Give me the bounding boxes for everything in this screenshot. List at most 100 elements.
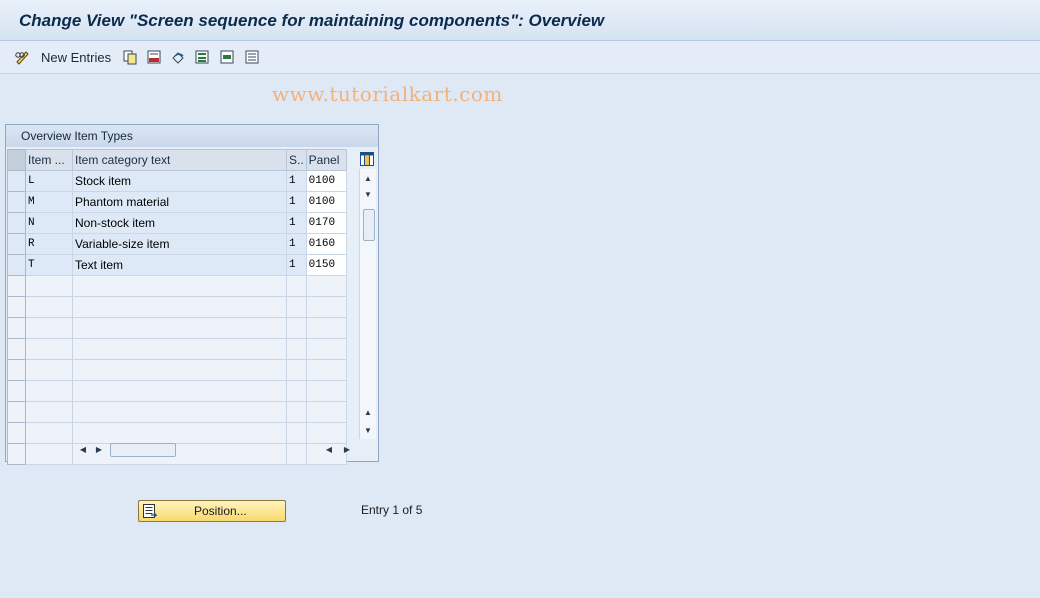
empty-cell (305, 317, 347, 339)
row-selector[interactable] (7, 338, 26, 360)
scroll-right-fixed-arrow-icon[interactable]: ▶ (340, 441, 354, 457)
page-up-arrow-icon[interactable]: ▲ (360, 405, 376, 419)
item-category-text-cell: Variable-size item (72, 233, 287, 255)
select-all-icon (195, 50, 209, 64)
position-button-label: Position... (194, 504, 247, 518)
horizontal-scroll-thumb[interactable] (110, 443, 176, 457)
row-selector[interactable] (7, 443, 26, 465)
row-selector[interactable] (7, 275, 26, 297)
empty-cell (286, 401, 307, 423)
undo-change-button[interactable] (170, 48, 186, 66)
pencil-glasses-icon (15, 51, 29, 65)
row-selector[interactable] (7, 191, 26, 213)
undo-icon (172, 52, 184, 64)
table-row: T Text item 1 0150 (7, 254, 347, 276)
panel-input-cell[interactable]: 0160 (305, 233, 347, 255)
sequence-cell: 1 (286, 170, 307, 192)
column-header-item-category-text[interactable]: Item category text (72, 149, 287, 171)
page-title: Change View "Screen sequence for maintai… (19, 11, 605, 30)
table-title-bar: Overview Item Types (6, 125, 378, 147)
empty-cell (72, 338, 287, 360)
sequence-cell: 1 (286, 233, 307, 255)
empty-cell (286, 317, 307, 339)
panel-input-cell[interactable]: 0150 (305, 254, 347, 276)
empty-table-row (7, 380, 347, 402)
watermark: www.tutorialkart.com (272, 82, 503, 106)
new-entries-button[interactable]: New Entries (14, 48, 111, 66)
table-settings-icon (360, 152, 374, 166)
delete-icon (147, 50, 161, 64)
empty-cell (305, 296, 347, 318)
panel-input-cell[interactable]: 0170 (305, 212, 347, 234)
table-row: M Phantom material 1 0100 (7, 191, 347, 213)
item-category-text-cell: Phantom material (72, 191, 287, 213)
scroll-down-arrow-icon[interactable]: ▼ (360, 187, 376, 201)
page-down-arrow-icon[interactable]: ▼ (360, 423, 376, 437)
empty-cell (25, 275, 73, 297)
empty-cell (286, 338, 307, 360)
row-selector[interactable] (7, 401, 26, 423)
empty-table-row (7, 401, 347, 423)
row-selector[interactable] (7, 380, 26, 402)
item-category-text-cell: Text item (72, 254, 287, 276)
row-selector[interactable] (7, 422, 26, 444)
row-selector[interactable] (7, 359, 26, 381)
select-all-rows-cell[interactable] (7, 149, 26, 171)
empty-cell (25, 443, 73, 465)
item-category-cell: R (25, 233, 73, 255)
row-selector[interactable] (7, 254, 26, 276)
delete-button[interactable] (146, 48, 162, 66)
sequence-cell: 1 (286, 212, 307, 234)
row-selector[interactable] (7, 317, 26, 339)
position-button[interactable]: Position... (138, 500, 286, 522)
empty-cell (286, 359, 307, 381)
empty-cell (72, 275, 287, 297)
empty-cell (305, 401, 347, 423)
scroll-left-arrow-icon[interactable]: ◀ (76, 441, 90, 457)
scroll-left-fixed-arrow-icon[interactable]: ◀ (322, 441, 336, 457)
empty-cell (72, 380, 287, 402)
row-selector[interactable] (7, 170, 26, 192)
scroll-right-arrow-icon[interactable]: ▶ (92, 441, 106, 457)
copy-icon (123, 50, 137, 65)
application-toolbar: New Entries www.tutorialkart.com (0, 41, 1040, 106)
empty-cell (305, 380, 347, 402)
deselect-all-button[interactable] (244, 48, 260, 66)
scroll-up-arrow-icon[interactable]: ▲ (360, 171, 376, 185)
empty-table-row (7, 338, 347, 360)
row-selector[interactable] (7, 212, 26, 234)
position-icon (143, 504, 158, 518)
column-header-panel[interactable]: Panel (305, 149, 347, 171)
column-header-item-category[interactable]: Item ... (25, 149, 73, 171)
empty-cell (305, 338, 347, 360)
empty-cell (25, 401, 73, 423)
row-selector[interactable] (7, 296, 26, 318)
select-all-button[interactable] (194, 48, 210, 66)
select-block-button[interactable] (219, 48, 235, 66)
table-settings-button[interactable] (359, 151, 375, 167)
empty-cell (25, 422, 73, 444)
empty-cell (305, 359, 347, 381)
item-category-text-cell: Non-stock item (72, 212, 287, 234)
panel-input-cell[interactable]: 0100 (305, 170, 347, 192)
row-selector[interactable] (7, 233, 26, 255)
table-header-row: Item ... Item category text S.. Panel (7, 149, 347, 171)
column-header-sequence[interactable]: S.. (286, 149, 307, 171)
copy-button[interactable] (122, 48, 138, 66)
empty-table-row (7, 275, 347, 297)
vertical-scroll-thumb[interactable] (363, 209, 375, 241)
horizontal-scrollbar[interactable]: ◀ ▶ ◀ ▶ (74, 441, 356, 457)
empty-cell (72, 401, 287, 423)
item-types-table-panel: Overview Item Types Item ... Item catego… (5, 124, 379, 465)
empty-cell (286, 296, 307, 318)
empty-cell (286, 275, 307, 297)
table-title: Overview Item Types (21, 129, 133, 143)
entry-status: Entry 1 of 5 (361, 503, 423, 517)
item-category-cell: M (25, 191, 73, 213)
empty-cell (25, 338, 73, 360)
vertical-scrollbar[interactable]: ▲ ▼ ▲ ▼ (359, 169, 376, 439)
empty-table-row (7, 359, 347, 381)
title-bar: Change View "Screen sequence for maintai… (0, 0, 1040, 41)
panel-input-cell[interactable]: 0100 (305, 191, 347, 213)
empty-cell (72, 359, 287, 381)
